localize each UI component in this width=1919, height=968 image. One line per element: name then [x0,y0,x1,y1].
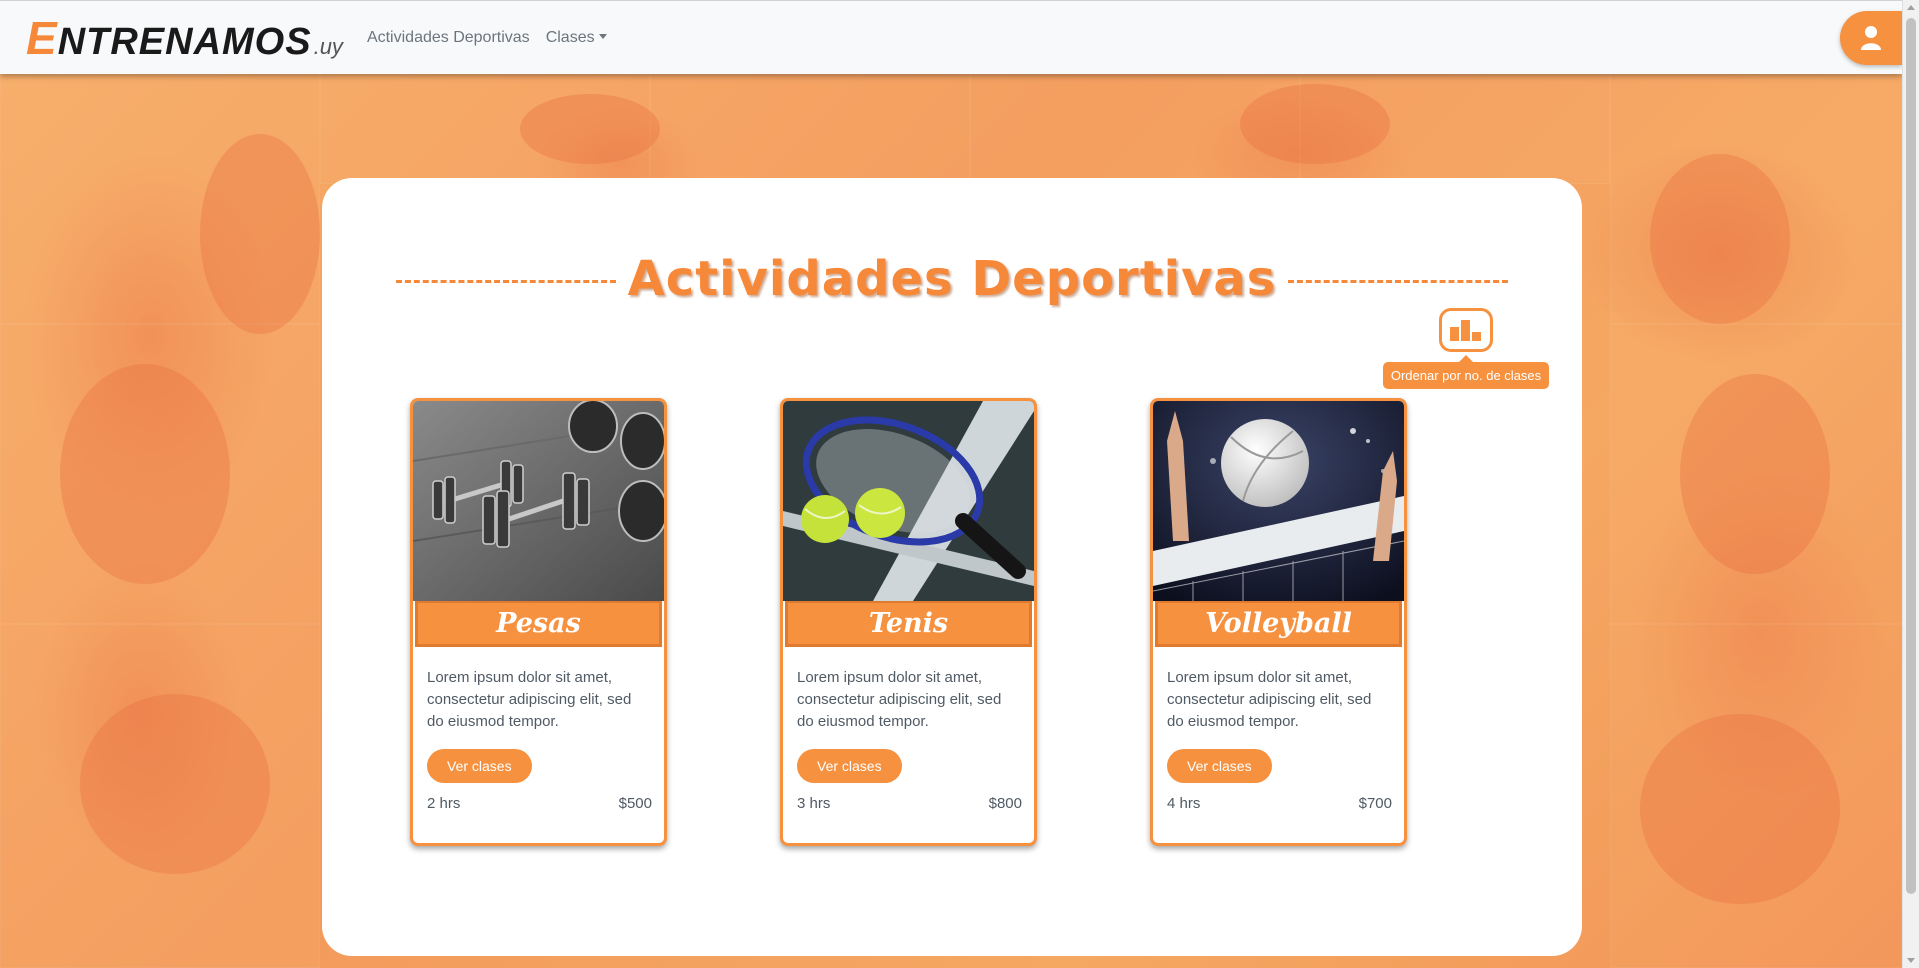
brand-logo[interactable]: E NTRENAMOS .uy [26,11,343,65]
card-title-bar: Volleyball [1155,601,1402,647]
card-description: Lorem ipsum dolor sit amet, consectetur … [1167,669,1372,730]
card-body: Lorem ipsum dolor sit amet, consectetur … [783,647,1034,812]
user-menu-button[interactable] [1840,11,1902,65]
card-body: Lorem ipsum dolor sit amet, consectetur … [413,647,664,812]
card-description: Lorem ipsum dolor sit amet, consectetur … [797,669,1002,730]
card-footer: 3 hrs $800 [797,795,1022,812]
scroll-down-arrow-icon[interactable] [1907,958,1915,963]
card-duration: 3 hrs [797,795,831,812]
scrollbar-thumb[interactable] [1906,18,1916,894]
activity-card-volleyball: Volleyball Lorem ipsum dolor sit amet, c… [1150,398,1407,846]
bar-chart-icon [1450,320,1481,341]
user-icon [1861,26,1881,50]
card-description: Lorem ipsum dolor sit amet, consectetur … [427,669,632,730]
card-image-tennis [783,401,1034,601]
ver-clases-button-volleyball[interactable]: Ver clases [1167,749,1272,783]
card-price: $800 [988,795,1022,812]
sort-tooltip: Ordenar por no. de clases [1382,362,1550,389]
brand-initial: E [26,11,58,64]
sort-button[interactable] [1439,308,1493,352]
card-duration: 2 hrs [427,795,461,812]
activities-panel: Actividades Deportivas Ordenar por no. d… [322,178,1582,956]
nav-link-actividades[interactable]: Actividades Deportivas [367,29,530,47]
card-image-volleyball [1153,401,1404,601]
scroll-up-arrow-icon[interactable] [1907,5,1915,10]
ver-clases-button-pesas[interactable]: Ver clases [427,749,532,783]
card-price: $500 [618,795,652,812]
card-title-bar: Tenis [785,601,1032,647]
title-divider-right [1288,279,1508,283]
title-divider-left [396,279,616,283]
card-body: Lorem ipsum dolor sit amet, consectetur … [1153,647,1404,812]
card-footer: 2 hrs $500 [427,795,652,812]
sort-control: Ordenar por no. de clases [1378,308,1554,389]
brand-name: NTRENAMOS [57,20,312,63]
activity-card-tenis: Tenis Lorem ipsum dolor sit amet, consec… [780,398,1037,846]
tooltip-arrow [1459,355,1473,362]
page-title: Actividades Deportivas [627,251,1277,307]
card-title: Pesas [496,608,581,639]
activity-card-pesas: Pesas Lorem ipsum dolor sit amet, consec… [410,398,667,846]
ver-clases-button-tenis[interactable]: Ver clases [797,749,902,783]
nav-dropdown-clases[interactable]: Clases [546,29,607,47]
card-footer: 4 hrs $700 [1167,795,1392,812]
title-row: Actividades Deportivas [396,244,1508,314]
card-duration: 4 hrs [1167,795,1201,812]
card-title: Tenis [868,608,949,639]
card-title-bar: Pesas [415,601,662,647]
top-navbar: E NTRENAMOS .uy Actividades Deportivas C… [0,0,1902,74]
card-title: Volleyball [1205,608,1352,639]
card-price: $700 [1358,795,1392,812]
page-scrollbar[interactable] [1902,0,1919,968]
brand-domain: .uy [313,33,343,59]
card-image-dumbbells [413,401,664,601]
